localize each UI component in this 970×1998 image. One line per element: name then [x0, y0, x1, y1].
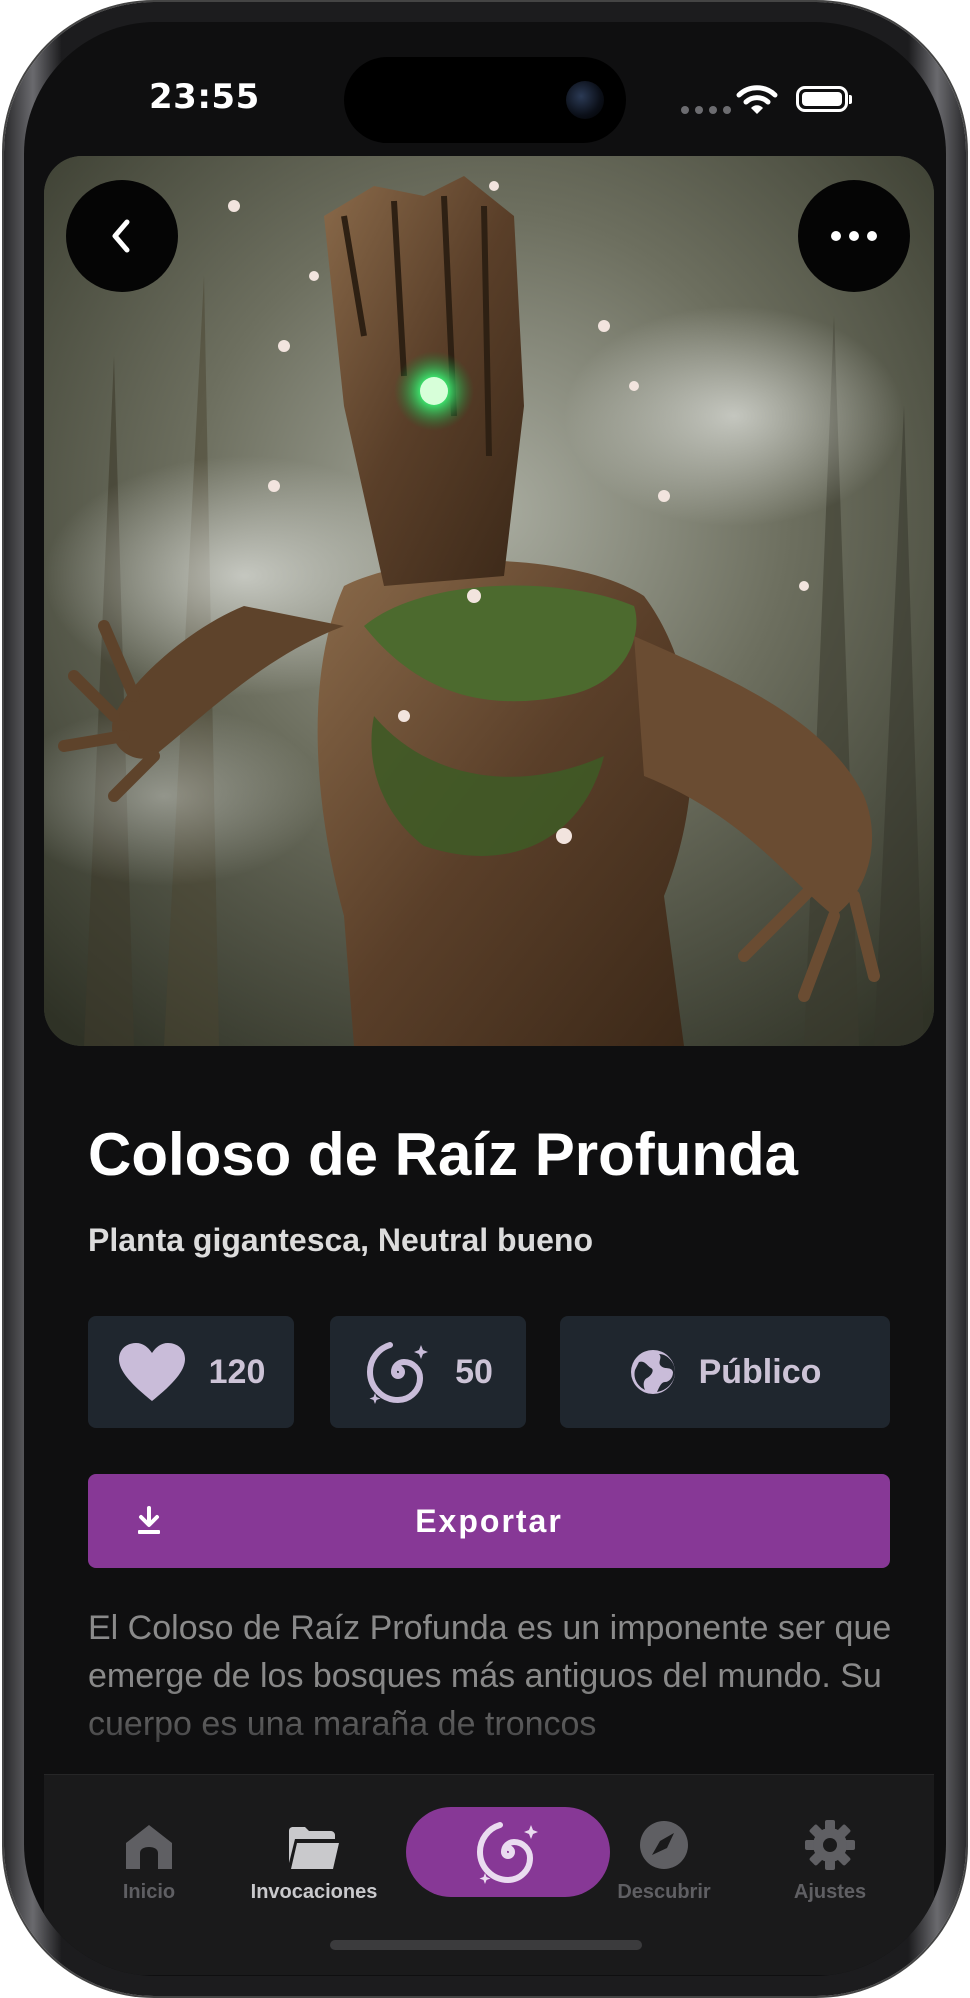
home-icon [126, 1825, 172, 1869]
tab-home-label: Inicio [122, 1881, 176, 1903]
tab-invocations-label: Invocaciones [250, 1881, 378, 1903]
creature-subtitle: Planta gigantesca, Neutral bueno [88, 1222, 593, 1258]
export-button[interactable]: Exportar [88, 1474, 890, 1568]
globe-icon [630, 1350, 675, 1394]
download-icon [138, 1506, 160, 1534]
more-options-button[interactable] [798, 180, 910, 292]
folder-icon [289, 1827, 339, 1869]
export-label: Exportar [415, 1502, 563, 1539]
compass-icon [640, 1821, 688, 1869]
dynamic-island [344, 57, 626, 143]
creature-name: Coloso de Raíz Profunda [88, 1121, 799, 1188]
camera-icon [566, 81, 604, 119]
tab-discover-label: Descubrir [617, 1881, 711, 1903]
home-indicator [330, 1940, 642, 1950]
back-button[interactable] [66, 180, 178, 292]
summons-stat[interactable]: 50 [330, 1316, 526, 1428]
visibility-toggle[interactable]: Público [560, 1316, 890, 1428]
summons-count: 50 [455, 1352, 493, 1391]
visibility-label: Público [698, 1352, 822, 1391]
spiral-icon [367, 1342, 429, 1404]
status-time: 23:55 [149, 77, 260, 117]
tab-settings[interactable]: Ajustes [755, 1813, 905, 1904]
wifi-icon [736, 85, 778, 114]
back-icon [112, 219, 130, 253]
summon-button[interactable] [406, 1807, 610, 1897]
spiral-icon [476, 1822, 538, 1884]
tab-settings-label: Ajustes [793, 1881, 867, 1903]
tab-invocations[interactable]: Invocaciones [224, 1813, 404, 1904]
creature-image [44, 156, 934, 1046]
tab-home[interactable]: Inicio [74, 1813, 224, 1904]
gear-icon [805, 1820, 855, 1870]
cellular-signal-icon [681, 106, 731, 114]
screen: 23:55 Coloso de Raíz Profunda Planta gig… [24, 22, 946, 1976]
phone-frame: 23:55 Coloso de Raíz Profunda Planta gig… [4, 2, 966, 1996]
likes-stat[interactable]: 120 [88, 1316, 294, 1428]
likes-count: 120 [208, 1352, 266, 1391]
heart-icon [118, 1343, 185, 1401]
tab-discover[interactable]: Descubrir [589, 1813, 739, 1904]
battery-icon [796, 86, 852, 112]
more-icon [831, 231, 877, 241]
